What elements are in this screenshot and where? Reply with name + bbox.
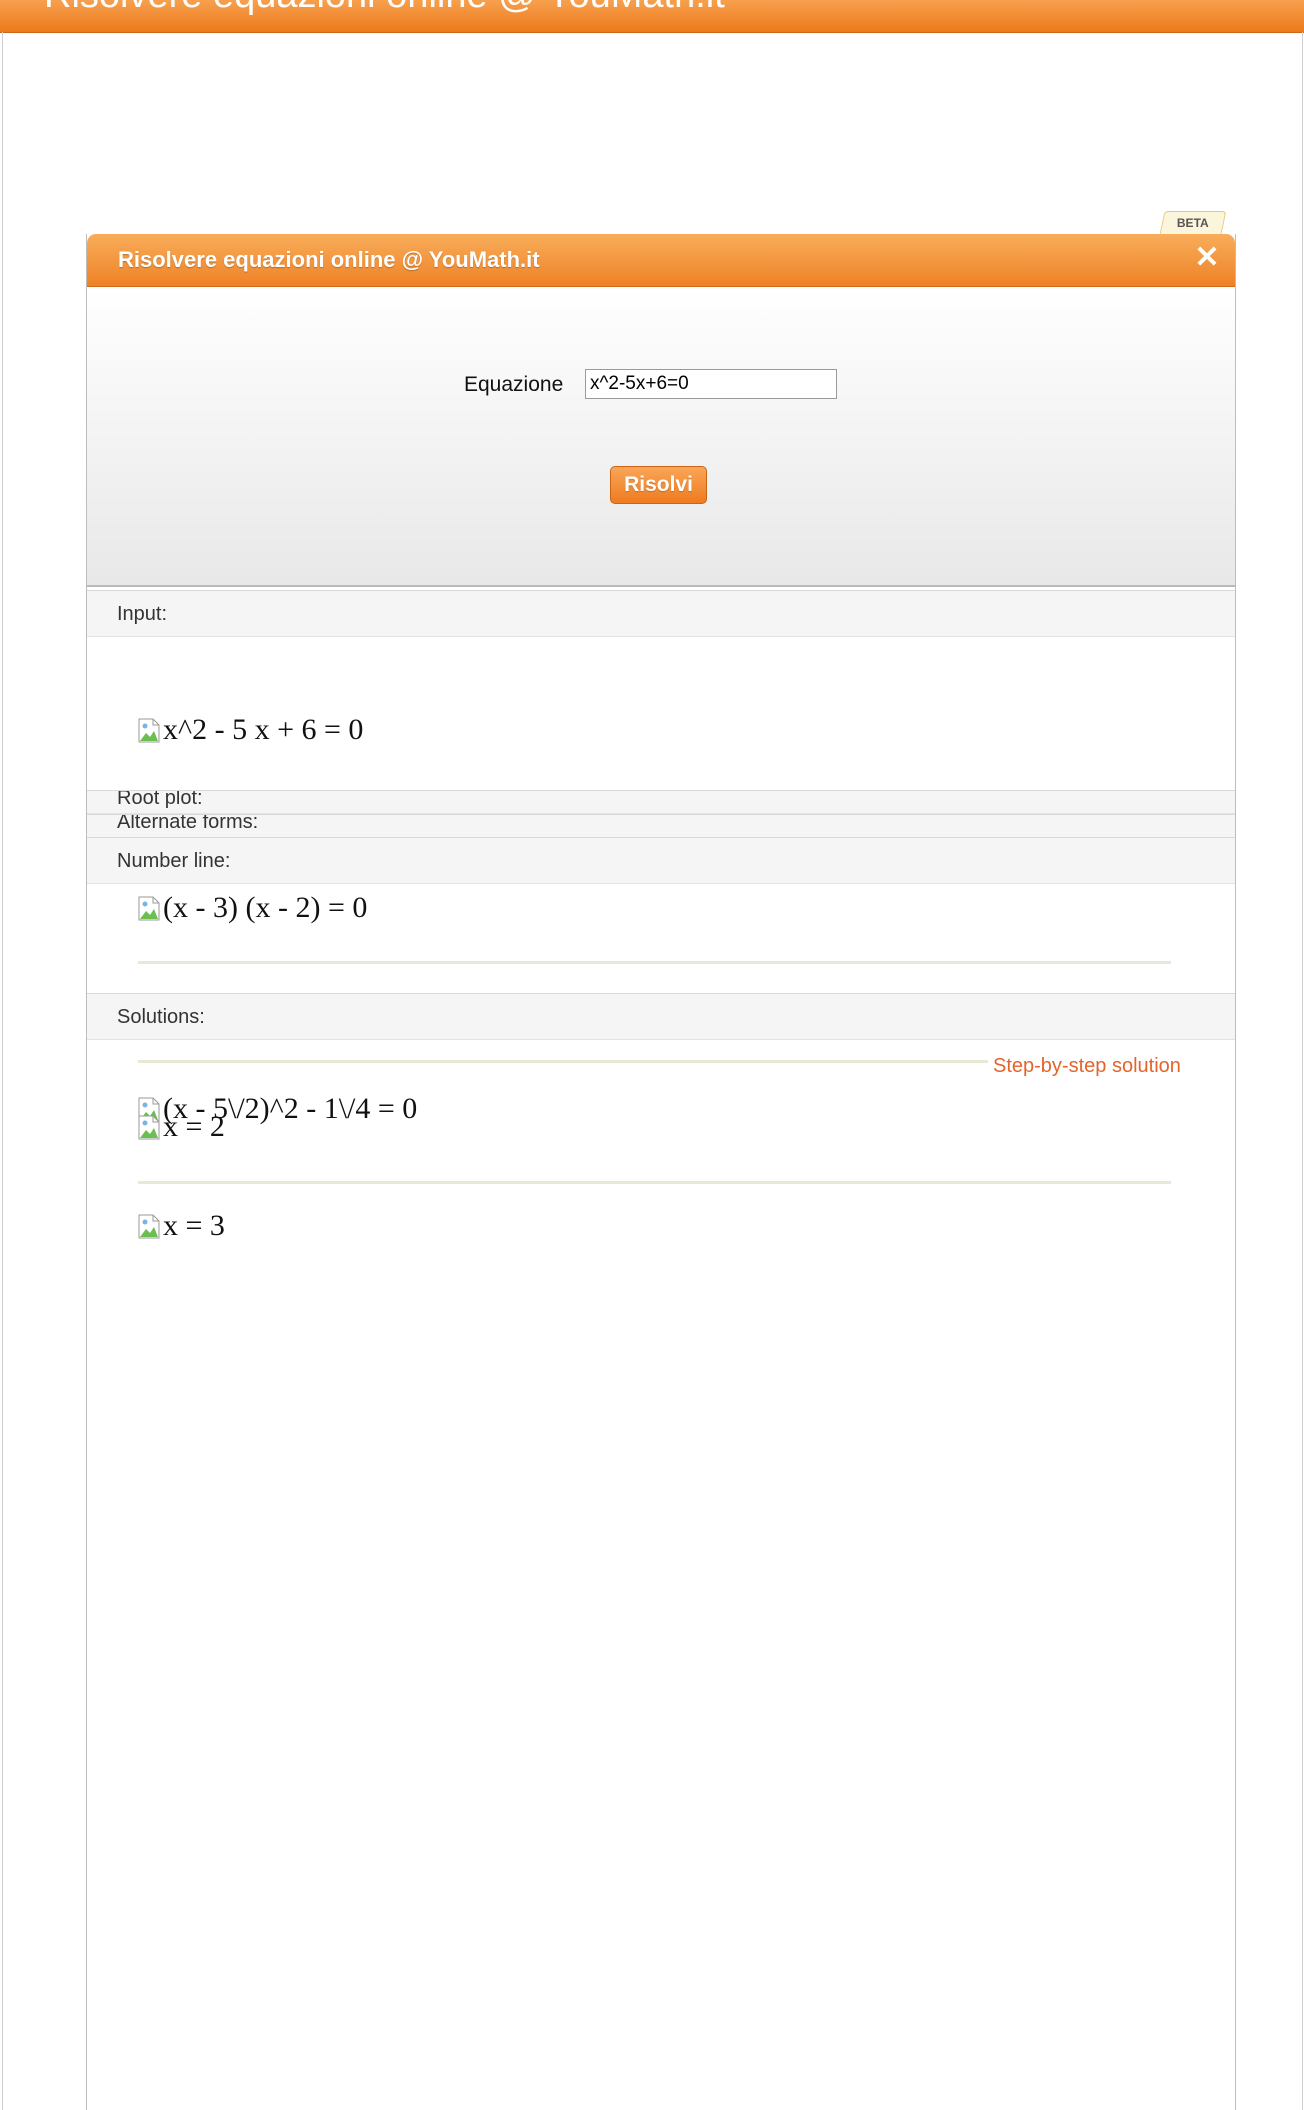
step-by-step-solution-link[interactable]: Step-by-step solution: [993, 1055, 1181, 1078]
pod-title-solutions: Solutions:: [117, 1006, 205, 1028]
factored-form: (x - 3) (x - 2) = 0: [138, 891, 367, 925]
equation-solver-widget: Risolvere equazioni online @ YouMath.it …: [86, 234, 1236, 2110]
widget-header: Risolvere equazioni online @ YouMath.it …: [87, 234, 1235, 287]
pod-title-alternate-forms: Alternate forms:: [117, 814, 259, 833]
solution-1-text: x = 2: [163, 1110, 225, 1143]
pod-header-input: Input:: [87, 590, 1235, 637]
pod-header-root-plot[interactable]: Root plot:: [87, 790, 1235, 814]
factored-form-text: (x - 3) (x - 2) = 0: [163, 891, 368, 924]
top-bar-title: Risolvere equazioni online @ YouMath.it: [44, 0, 725, 17]
equation-label: Equazione: [464, 373, 564, 396]
close-icon[interactable]: ✕: [1193, 242, 1221, 274]
pod-header-alternate-forms[interactable]: Alternate forms:: [87, 814, 1235, 838]
page-border-left: [2, 32, 3, 2110]
separator: [138, 1181, 1171, 1184]
beta-label: BETA: [1177, 216, 1209, 230]
widget-title: Risolvere equazioni online @ YouMath.it: [118, 247, 540, 272]
solution-2-text: x = 3: [163, 1209, 225, 1242]
beta-badge: BETA: [1159, 211, 1227, 234]
pod-title-input: Input:: [117, 603, 168, 625]
equation-input[interactable]: [585, 369, 837, 399]
input-expression: x^2 - 5 x + 6 = 0: [138, 713, 363, 747]
pod-title-number-line: Number line:: [117, 850, 231, 872]
solution-1: x = 2: [138, 1110, 225, 1144]
pod-header-number-line: Number line:: [87, 837, 1235, 884]
solution-2: x = 3: [138, 1209, 225, 1243]
pod-header-solutions: Solutions:: [87, 993, 1235, 1040]
separator: [138, 961, 1171, 964]
broken-image-icon: [138, 715, 162, 743]
pod-title-root-plot: Root plot:: [117, 790, 203, 809]
broken-image-icon: [138, 1211, 162, 1239]
broken-image-icon: [138, 893, 162, 921]
separator: [138, 1060, 988, 1063]
page-border-right: [1302, 32, 1303, 2110]
solve-button[interactable]: Risolvi: [610, 466, 707, 504]
top-bar: Risolvere equazioni online @ YouMath.it: [0, 0, 1304, 33]
equation-form: Equazione Risolvi: [87, 287, 1235, 587]
broken-image-icon: [138, 1112, 162, 1140]
input-expression-text: x^2 - 5 x + 6 = 0: [163, 713, 364, 746]
